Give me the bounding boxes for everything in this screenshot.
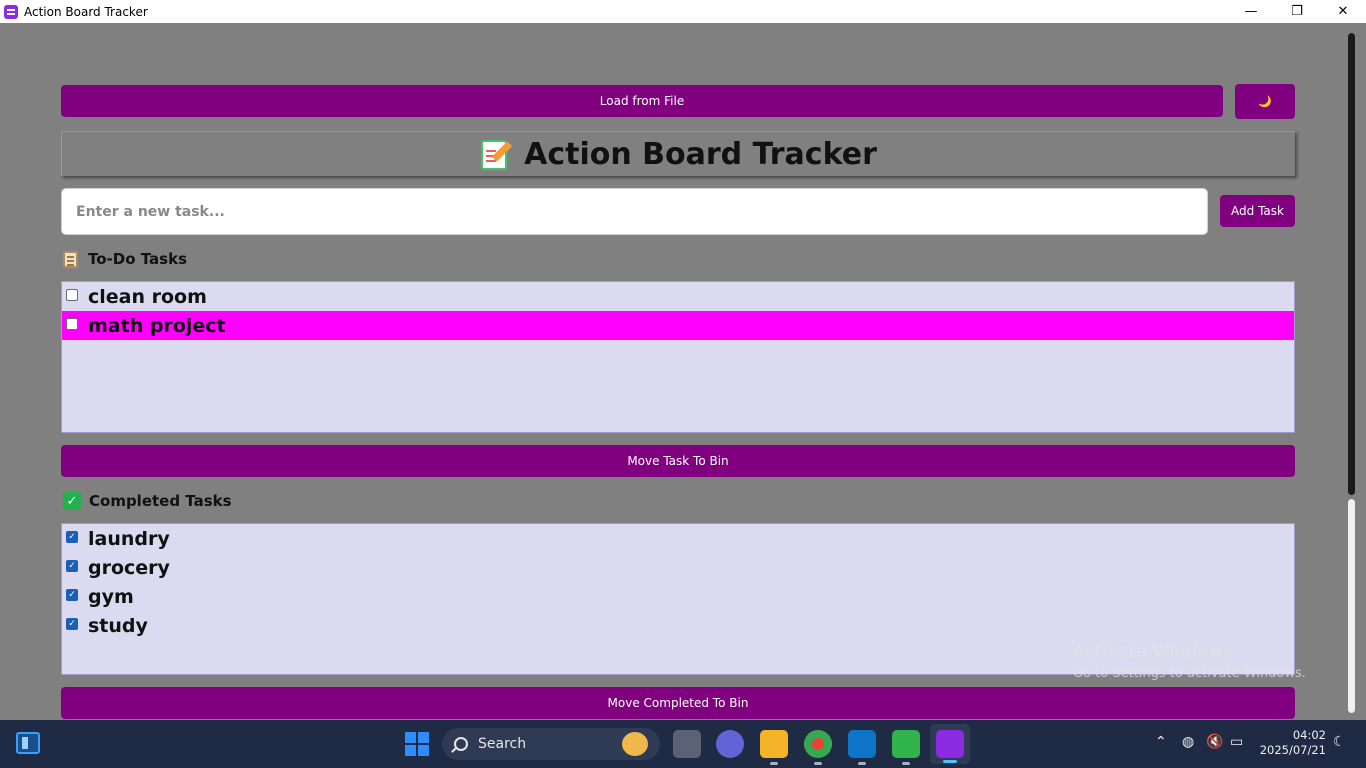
completed-item-checkbox[interactable]: ✓ [66, 530, 78, 543]
close-button[interactable]: ✕ [1320, 0, 1366, 23]
todo-list[interactable]: clean room math project [61, 281, 1295, 433]
move-task-to-bin-button[interactable]: Move Task To Bin [61, 445, 1295, 477]
notification-moon-icon[interactable]: ☾ [1333, 734, 1346, 750]
app-client-area: Load from File 🌙 Action Board Tracker Ad… [0, 23, 1366, 720]
completed-item-checkbox[interactable]: ✓ [66, 559, 78, 572]
todo-item-text: math project [88, 314, 226, 337]
qt-creator-icon[interactable] [892, 730, 920, 765]
new-task-input[interactable] [61, 188, 1208, 235]
completed-section-label: Completed Tasks [89, 492, 232, 510]
watermark-subtitle: Go to Settings to activate Windows. [1073, 666, 1306, 681]
add-task-button[interactable]: Add Task [1220, 195, 1295, 227]
search-highlight-icon [622, 732, 648, 756]
page-title: Action Board Tracker [524, 136, 877, 172]
chrome-icon[interactable] [804, 730, 832, 765]
memo-icon [480, 138, 513, 171]
vertical-scrollbar[interactable] [1346, 33, 1356, 713]
window-title: Action Board Tracker [24, 4, 148, 19]
battery-icon[interactable]: ▭ [1230, 734, 1243, 750]
completed-item-text: gym [88, 585, 134, 608]
action-board-tracker-taskbar-button[interactable] [930, 724, 970, 764]
completed-item-checkbox[interactable]: ✓ [66, 617, 78, 630]
completed-item-text: study [88, 614, 148, 637]
clock-date: 2025/07/21 [1259, 743, 1326, 757]
taskbar-search-label: Search [478, 736, 527, 752]
meet-icon[interactable] [716, 730, 744, 758]
completed-section-heading: ✓ Completed Tasks [63, 492, 232, 510]
check-mark-icon: ✓ [63, 492, 81, 510]
watermark-title: Activate Windows [1073, 641, 1233, 662]
widgets-icon[interactable] [16, 732, 40, 754]
todo-item[interactable]: math project [62, 311, 1294, 340]
clock-time: 04:02 [1292, 728, 1326, 742]
minimize-button[interactable]: — [1228, 0, 1274, 23]
todo-section-label: To-Do Tasks [88, 250, 188, 268]
taskbar: Search ⌃ ◍ 🔇 ▭ 04:02 2025/07/21 ☾ [0, 720, 1366, 768]
completed-item-text: grocery [88, 556, 170, 579]
completed-item[interactable]: ✓ study [62, 611, 1294, 640]
app-header: Action Board Tracker [61, 131, 1295, 176]
file-explorer-icon[interactable] [760, 730, 788, 765]
scrollbar-track[interactable] [1348, 499, 1355, 713]
completed-item-text: laundry [88, 527, 170, 550]
taskbar-clock[interactable]: 04:02 2025/07/21 [1258, 728, 1326, 758]
todo-section-heading: To-Do Tasks [63, 250, 187, 268]
show-hidden-icons-icon[interactable]: ⌃ [1155, 734, 1167, 750]
load-from-file-button[interactable]: Load from File [61, 85, 1223, 117]
action-board-tracker-icon [936, 730, 964, 758]
clipboard-icon [63, 250, 78, 268]
completed-item[interactable]: ✓ grocery [62, 553, 1294, 582]
globe-icon[interactable]: ◍ [1182, 734, 1194, 750]
move-completed-to-bin-button[interactable]: Move Completed To Bin [61, 687, 1295, 719]
todo-item-checkbox[interactable] [66, 317, 78, 330]
task-view-icon[interactable] [673, 730, 701, 758]
title-bar: Action Board Tracker — ❐ ✕ [0, 0, 1366, 23]
theme-toggle-button[interactable]: 🌙 [1235, 84, 1295, 119]
todo-item-text: clean room [88, 285, 207, 308]
maximize-button[interactable]: ❐ [1274, 0, 1320, 23]
app-icon [4, 4, 18, 19]
scrollbar-thumb[interactable] [1348, 33, 1355, 495]
activate-windows-watermark: Activate Windows Go to Settings to activ… [1073, 641, 1306, 681]
todo-item-checkbox[interactable] [66, 288, 78, 301]
search-icon [454, 737, 468, 751]
vscode-icon[interactable] [848, 730, 876, 765]
speaker-muted-icon[interactable]: 🔇 [1206, 734, 1223, 750]
completed-item[interactable]: ✓ laundry [62, 524, 1294, 553]
start-icon[interactable] [405, 732, 429, 756]
todo-item[interactable]: clean room [62, 282, 1294, 311]
taskbar-search[interactable]: Search [442, 728, 660, 760]
completed-item[interactable]: ✓ gym [62, 582, 1294, 611]
completed-item-checkbox[interactable]: ✓ [66, 588, 78, 601]
